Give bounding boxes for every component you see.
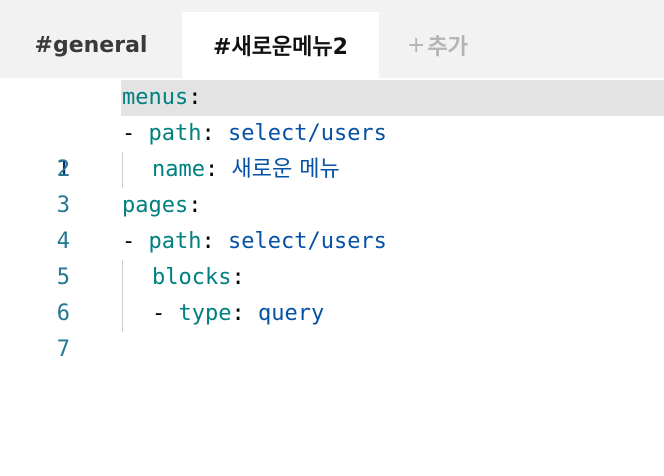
current-line-highlight bbox=[121, 80, 664, 116]
code-text: - type: query bbox=[152, 296, 324, 332]
code-line[interactable]: 1 menus: bbox=[0, 80, 664, 182]
plus-icon: + bbox=[407, 32, 426, 58]
tab-new-menu-2[interactable]: #새로운메뉴2 bbox=[182, 12, 379, 78]
yaml-key: blocks bbox=[152, 265, 232, 290]
code-text: - path: select/users bbox=[122, 224, 387, 260]
yaml-value: select/users bbox=[227, 121, 387, 146]
code-text: name: 새로운 메뉴 bbox=[152, 152, 340, 188]
yaml-value: select/users bbox=[227, 229, 387, 254]
tab-general-label: #general bbox=[34, 32, 148, 58]
code-line[interactable]: 6 blocks: bbox=[0, 260, 664, 326]
code-line[interactable]: 3 name: 새로운 메뉴 bbox=[0, 152, 664, 218]
add-tab-label: 추가 bbox=[427, 35, 468, 60]
code-text: blocks: bbox=[152, 260, 245, 296]
indent-guide bbox=[122, 260, 123, 296]
yaml-key: type bbox=[178, 301, 232, 326]
code-line[interactable]: 5 - path: select/users bbox=[0, 224, 664, 290]
yaml-colon: : bbox=[231, 301, 258, 326]
yaml-key: path bbox=[148, 229, 202, 254]
indent-guide bbox=[122, 152, 123, 188]
tab-new-menu-2-label: #새로운메뉴2 bbox=[213, 35, 348, 60]
yaml-colon: : bbox=[201, 229, 228, 254]
yaml-key: name bbox=[152, 157, 205, 182]
line-number: 7 bbox=[56, 337, 70, 362]
yaml-key: pages bbox=[122, 193, 189, 218]
yaml-key: path bbox=[148, 121, 202, 146]
yaml-value: 새로운 메뉴 bbox=[231, 157, 340, 182]
code-line[interactable]: 2 - path: select/users bbox=[0, 116, 664, 182]
yaml-colon: : bbox=[201, 121, 228, 146]
yaml-key: menus bbox=[122, 85, 189, 110]
indent-guide bbox=[122, 296, 123, 332]
code-editor[interactable]: 1 menus: 2 - path: select/users 3 name: … bbox=[0, 78, 664, 402]
yaml-dash: - bbox=[152, 301, 179, 326]
yaml-colon: : bbox=[231, 265, 245, 290]
yaml-dash: - bbox=[122, 229, 149, 254]
code-line[interactable]: 7 - type: query bbox=[0, 296, 664, 362]
yaml-colon: : bbox=[204, 157, 232, 182]
yaml-dash: - bbox=[122, 121, 149, 146]
yaml-colon: : bbox=[188, 193, 202, 218]
tab-general[interactable]: #general bbox=[0, 12, 182, 78]
tab-bar: #general #새로운메뉴2 + 추가 bbox=[0, 0, 664, 78]
code-text: menus: bbox=[122, 80, 201, 116]
add-tab-button[interactable]: + 추가 bbox=[393, 12, 493, 78]
yaml-colon: : bbox=[188, 85, 202, 110]
code-line[interactable]: 4 pages: bbox=[0, 188, 664, 254]
code-text: - path: select/users bbox=[122, 116, 387, 152]
yaml-value: query bbox=[257, 301, 325, 326]
code-text: pages: bbox=[122, 188, 201, 224]
